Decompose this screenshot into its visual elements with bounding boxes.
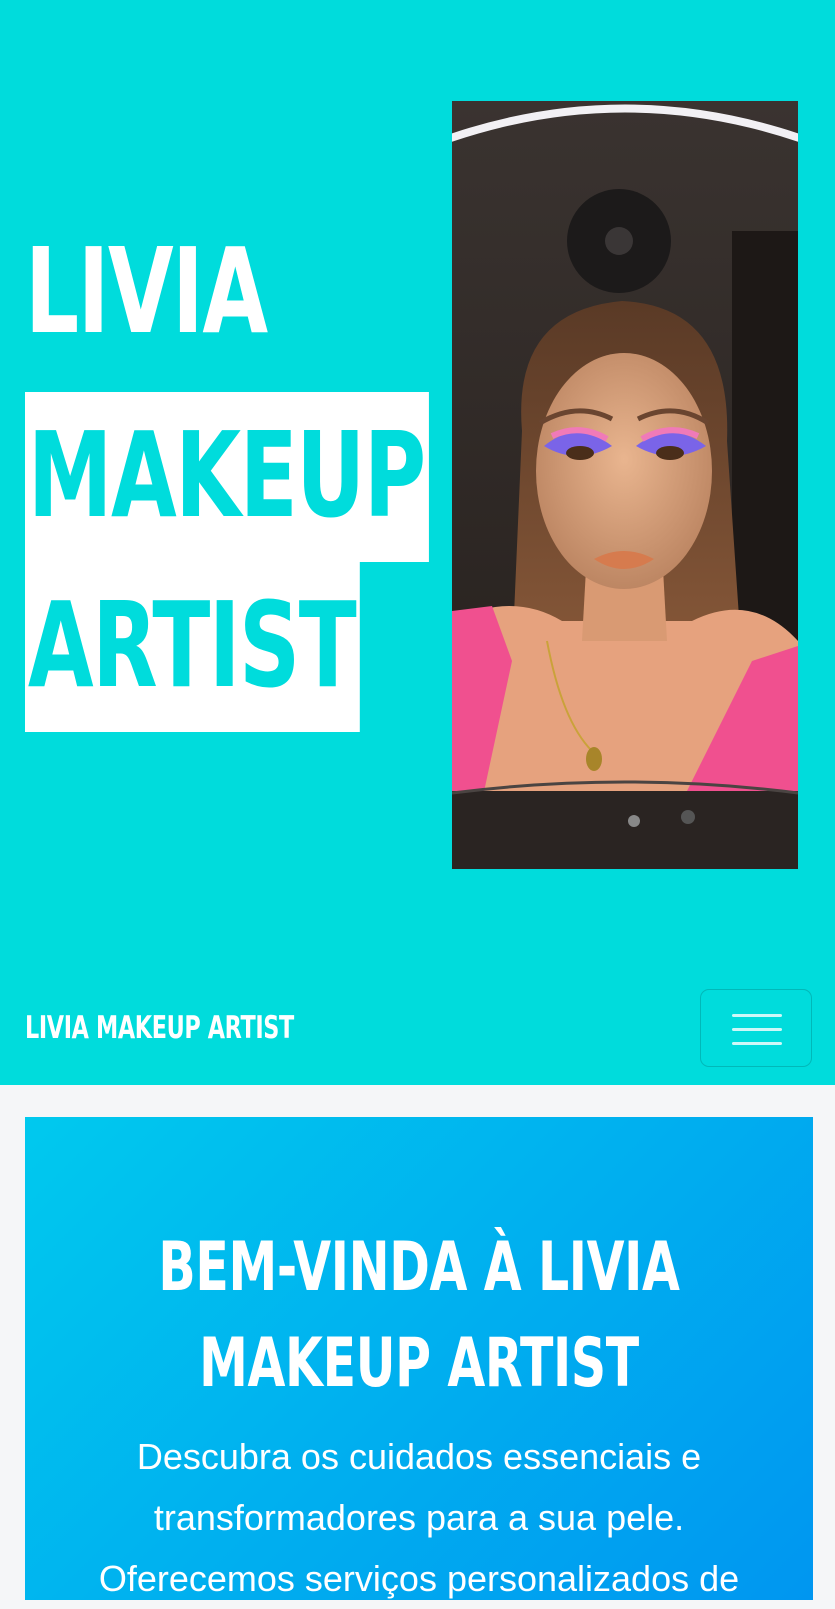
hero-title-line-1: LIVIA	[25, 222, 268, 360]
hero-title-line-3: ARTIST	[25, 562, 360, 732]
hero-title: LIVIA MAKEUP ARTIST	[25, 232, 429, 732]
hero-section: LIVIA MAKEUP ARTIST LIVIA MAKEUP ARTIST	[0, 0, 835, 1085]
navbar-brand[interactable]: LIVIA MAKEUP ARTIST	[25, 1010, 294, 1046]
hamburger-menu-icon	[732, 1014, 782, 1056]
hero-portrait-photo	[452, 101, 798, 869]
welcome-card: BEM-VINDA À LIVIA MAKEUP ARTIST Descubra…	[25, 1117, 813, 1600]
navbar: LIVIA MAKEUP ARTIST	[0, 975, 835, 1085]
navbar-toggle-button[interactable]	[700, 989, 812, 1067]
welcome-heading: BEM-VINDA À LIVIA MAKEUP ARTIST	[158, 1228, 680, 1403]
welcome-description: Descubra os cuidados essenciais e transf…	[98, 1436, 740, 1599]
hero-title-line-2: MAKEUP	[25, 392, 429, 562]
